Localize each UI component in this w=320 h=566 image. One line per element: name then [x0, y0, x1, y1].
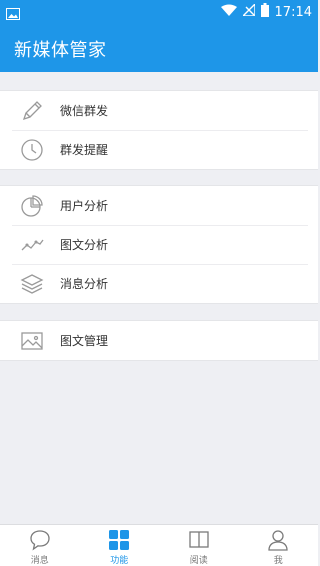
menu-group-management: 图文管理 — [0, 320, 318, 361]
tab-label: 功能 — [110, 556, 129, 566]
battery-icon — [260, 3, 269, 21]
page-title: 新媒体管家 — [14, 40, 107, 61]
tab-label: 我 — [273, 556, 283, 566]
tab-label: 消息 — [30, 556, 49, 566]
chat-bubble-icon — [29, 529, 51, 551]
no-signal-icon — [240, 2, 256, 20]
tab-label: 阅读 — [189, 556, 208, 566]
wifi-icon — [220, 4, 237, 20]
menu-item-label: 微信群发 — [60, 104, 109, 118]
menu-item-article-management[interactable]: 图文管理 — [0, 321, 318, 360]
grid-icon — [108, 529, 130, 551]
function-list: 微信群发 群发提醒 用户分析 图文分析 消息分析 图文管理 — [0, 72, 318, 524]
tab-me[interactable]: 我 — [239, 525, 319, 566]
tab-functions[interactable]: 功能 — [80, 525, 160, 566]
pie-chart-icon — [20, 194, 44, 218]
line-chart-icon — [20, 233, 44, 257]
layers-icon — [20, 272, 44, 296]
menu-item-label: 图文分析 — [60, 238, 109, 252]
menu-item-user-analysis[interactable]: 用户分析 — [0, 186, 318, 225]
bottom-tab-bar: 消息 功能 阅读 我 — [0, 524, 318, 566]
menu-item-wechat-broadcast[interactable]: 微信群发 — [0, 91, 318, 130]
status-time: 17:14 — [274, 4, 312, 20]
pencil-icon — [20, 99, 44, 123]
user-icon — [267, 529, 289, 551]
menu-item-label: 消息分析 — [60, 277, 109, 291]
app-bar: 新媒体管家 — [0, 24, 318, 72]
tab-reading[interactable]: 阅读 — [159, 525, 239, 566]
image-icon — [20, 329, 44, 353]
menu-group-analysis: 用户分析 图文分析 消息分析 — [0, 185, 318, 304]
gallery-notification-icon — [6, 5, 20, 20]
menu-item-broadcast-reminder[interactable]: 群发提醒 — [0, 130, 318, 169]
menu-item-article-analysis[interactable]: 图文分析 — [0, 225, 318, 264]
book-icon — [188, 529, 210, 551]
menu-group-wechat: 微信群发 群发提醒 — [0, 90, 318, 170]
menu-item-label: 图文管理 — [60, 334, 109, 348]
status-bar: 17:14 — [0, 0, 318, 24]
tab-messages[interactable]: 消息 — [0, 525, 80, 566]
menu-item-label: 群发提醒 — [60, 143, 109, 157]
clock-icon — [20, 138, 44, 162]
menu-item-message-analysis[interactable]: 消息分析 — [0, 264, 318, 303]
menu-item-label: 用户分析 — [60, 199, 109, 213]
